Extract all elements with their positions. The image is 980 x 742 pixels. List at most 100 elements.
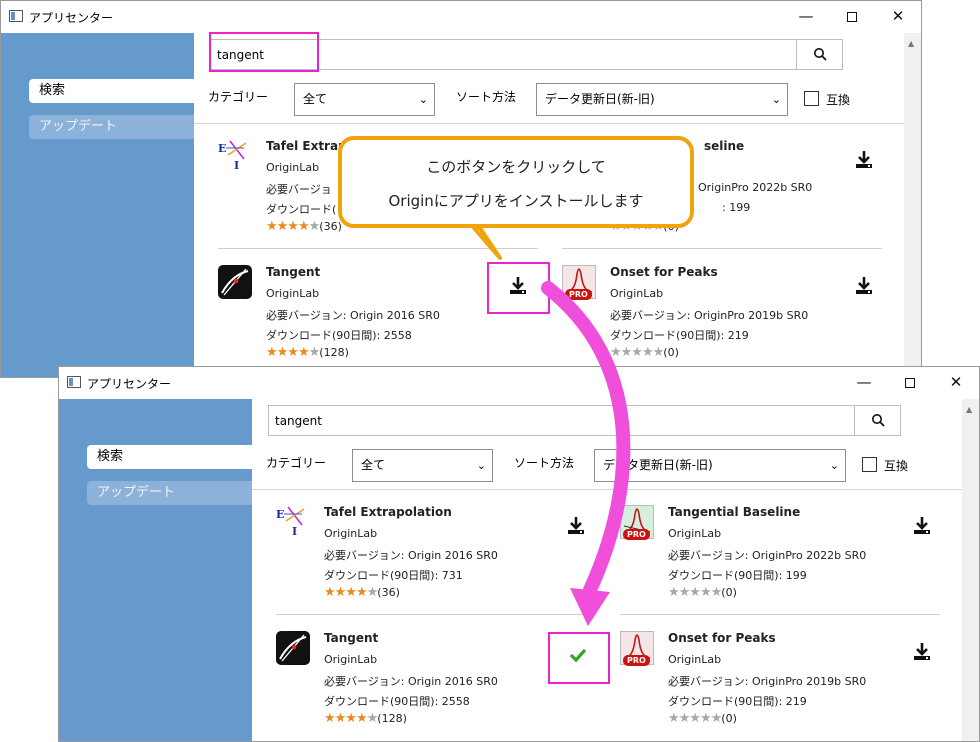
app-name[interactable]: Tangent: [266, 265, 320, 279]
category-value: 全て: [361, 458, 386, 472]
review-count: (0): [721, 586, 737, 599]
callout-line-2: Originにアプリをインストールします: [388, 192, 644, 210]
maximize-button[interactable]: [887, 367, 933, 399]
download-icon[interactable]: [854, 275, 874, 295]
app-card-onset-for-peaks[interactable]: PRO Onset for Peaks OriginLab 必要バージョン: O…: [620, 631, 950, 741]
sidebar-item-update[interactable]: アップデート: [29, 115, 194, 139]
app-downloads: ダウンロード(90日間): 731: [324, 569, 463, 582]
app-center-window-after: アプリセンター — ✕ 検索 アップデート カテゴリー 全て ⌄ ソート方法 デ…: [58, 366, 980, 742]
sort-select[interactable]: データ更新日(新-旧) ⌄: [536, 83, 788, 116]
app-name[interactable]: Onset for Peaks: [668, 631, 776, 645]
chevron-down-icon: ⌄: [829, 459, 839, 472]
close-button[interactable]: ✕: [875, 1, 921, 33]
maximize-icon: [905, 377, 915, 388]
rating-stars: ★★★★★(0): [668, 711, 737, 726]
app-card-tafel[interactable]: EI Tafel Extrapolation OriginLab 必要バージョン…: [276, 505, 606, 620]
search-highlight-box: [209, 32, 319, 72]
header-divider: [252, 489, 962, 490]
app-name[interactable]: Tangent: [324, 631, 378, 645]
minimize-button[interactable]: —: [783, 1, 829, 33]
app-window-icon: [67, 376, 81, 388]
pro-badge: PRO: [623, 655, 650, 666]
app-name[interactable]: Tangential Baseline: [668, 505, 800, 519]
title-bar[interactable]: アプリセンター — ✕: [1, 1, 921, 33]
title-bar[interactable]: アプリセンター — ✕: [59, 367, 979, 399]
search-input[interactable]: [269, 406, 869, 435]
app-requirement: 必要バージョン: OriginPro 2019b SR0: [610, 309, 809, 322]
category-select[interactable]: 全て ⌄: [294, 83, 435, 116]
app-name[interactable]: Tafel Extrapolation: [324, 505, 452, 519]
item-divider: [620, 614, 940, 615]
search-box: [268, 405, 901, 436]
sidebar-item-search[interactable]: 検索: [29, 79, 194, 103]
svg-text:E: E: [218, 142, 226, 155]
installed-highlight-box: [548, 632, 610, 684]
app-card-onset-for-peaks[interactable]: PRO Onset for Peaks OriginLab 必要バージョン: O…: [562, 265, 892, 377]
download-icon[interactable]: [912, 515, 932, 535]
rating-stars: ★★★★★(0): [610, 345, 679, 360]
item-divider: [218, 248, 538, 249]
peak-pro-logo-icon: PRO: [620, 631, 654, 666]
rating-stars: ★★★★★(128): [266, 345, 349, 360]
sidebar-item-update[interactable]: アップデート: [87, 481, 252, 505]
app-card-tangential-baseline[interactable]: PRO Tangential Baseline OriginLab 必要バージョ…: [620, 505, 950, 620]
sidebar-item-search[interactable]: 検索: [87, 445, 252, 469]
scroll-up-icon: ▲: [908, 39, 915, 48]
rating-stars: ★★★★★(128): [324, 711, 407, 726]
maximize-button[interactable]: [829, 1, 875, 33]
scroll-up-icon: ▲: [966, 405, 973, 414]
review-count: (36): [377, 586, 400, 599]
app-requirement: 必要バージョン: Origin 2016 SR0: [324, 549, 498, 562]
app-name[interactable]: Onset for Peaks: [610, 265, 718, 279]
svg-text:E: E: [276, 508, 284, 521]
search-icon: [813, 48, 827, 61]
peak-pro-logo-icon: PRO: [620, 505, 654, 540]
filter-row: カテゴリー 全て ⌄ ソート方法 データ更新日(新-旧) ⌄ 互換: [266, 449, 946, 483]
sort-select[interactable]: データ更新日(新-旧) ⌄: [594, 449, 846, 482]
pro-badge: PRO: [565, 289, 592, 300]
search-button[interactable]: [854, 406, 900, 435]
sort-label: ソート方法: [514, 456, 575, 470]
compat-checkbox[interactable]: [804, 91, 819, 106]
app-requirement: 必要バージョ: [266, 183, 332, 196]
compat-label: 互換: [826, 93, 851, 107]
app-requirement: OriginPro 2022b SR0: [698, 181, 813, 194]
app-requirement: 必要バージョン: OriginPro 2019b SR0: [668, 675, 867, 688]
compat-checkbox[interactable]: [862, 457, 877, 472]
download-icon[interactable]: [912, 641, 932, 661]
close-button[interactable]: ✕: [933, 367, 979, 399]
rating-stars: ★★★★★(36): [266, 219, 342, 234]
app-requirement: 必要バージョン: Origin 2016 SR0: [324, 675, 498, 688]
header-divider: [194, 123, 904, 124]
chevron-down-icon: ⌄: [418, 93, 428, 106]
compat-label: 互換: [884, 459, 909, 473]
search-button[interactable]: [796, 40, 842, 69]
app-window-icon: [9, 10, 23, 22]
review-count: (0): [721, 712, 737, 725]
download-icon[interactable]: [566, 515, 586, 535]
callout-line-1: このボタンをクリックして: [426, 158, 606, 176]
item-divider: [276, 614, 596, 615]
scrollbar[interactable]: ▲: [962, 399, 979, 741]
category-value: 全て: [303, 92, 328, 106]
rating-stars: ★★★★★(36): [324, 585, 400, 600]
app-name[interactable]: seline: [704, 139, 744, 153]
review-count: (128): [319, 346, 349, 359]
app-downloads: : 199: [722, 201, 751, 214]
review-count: (36): [319, 220, 342, 233]
tafel-logo-icon: EI: [218, 139, 252, 173]
app-publisher: OriginLab: [266, 287, 320, 300]
item-divider: [562, 248, 882, 249]
app-publisher: OriginLab: [668, 653, 722, 666]
maximize-icon: [847, 11, 857, 22]
pro-badge: PRO: [623, 529, 650, 540]
app-publisher: OriginLab: [324, 653, 378, 666]
download-icon[interactable]: [854, 149, 874, 169]
app-requirement: 必要バージョン: Origin 2016 SR0: [266, 309, 440, 322]
app-publisher: OriginLab: [324, 527, 378, 540]
minimize-button[interactable]: —: [841, 367, 887, 399]
sidebar: 検索 アップデート: [1, 33, 194, 377]
category-select[interactable]: 全て ⌄: [352, 449, 493, 482]
download-highlight-box: [487, 262, 550, 314]
app-name[interactable]: Tafel Extrap: [266, 139, 347, 153]
